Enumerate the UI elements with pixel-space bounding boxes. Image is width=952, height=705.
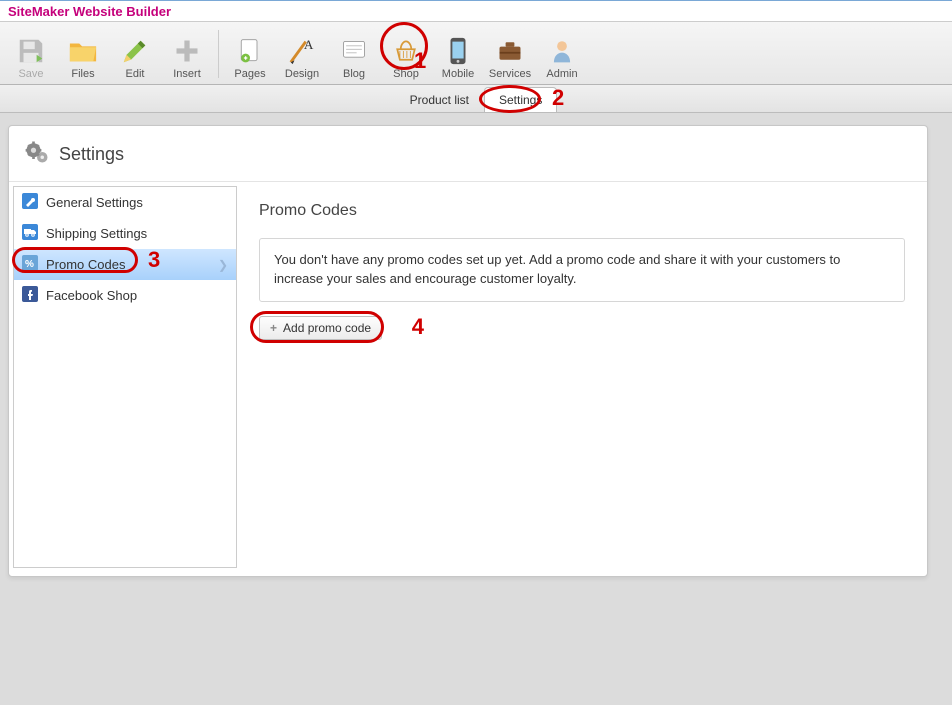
shop-button[interactable]: Shop xyxy=(381,26,431,82)
basket-icon xyxy=(389,34,423,68)
mobile-label: Mobile xyxy=(442,68,474,80)
empty-state-message: You don't have any promo codes set up ye… xyxy=(259,238,905,302)
files-label: Files xyxy=(71,68,94,80)
add-promo-code-label: Add promo code xyxy=(283,321,371,335)
tab-settings[interactable]: Settings xyxy=(484,87,557,112)
services-button[interactable]: Services xyxy=(485,26,535,82)
truck-icon xyxy=(22,224,38,243)
sidebar-item-general[interactable]: General Settings xyxy=(14,187,236,218)
floppy-icon xyxy=(14,34,48,68)
pages-label: Pages xyxy=(234,68,265,80)
blog-label: Blog xyxy=(343,68,365,80)
insert-label: Insert xyxy=(173,68,201,80)
sidebar-item-label: Shipping Settings xyxy=(46,226,147,241)
settings-panel: Settings General Settings Shipping Setti… xyxy=(8,125,928,577)
pencil-icon xyxy=(118,34,152,68)
insert-button[interactable]: Insert xyxy=(162,26,212,82)
sidebar-item-facebook-shop[interactable]: Facebook Shop xyxy=(14,280,236,311)
shop-subtabs: Product list Settings 2 xyxy=(0,85,952,113)
svg-text:A: A xyxy=(304,37,314,52)
settings-sidebar: General Settings Shipping Settings % Pro… xyxy=(13,186,237,568)
wrench-icon xyxy=(22,193,38,212)
save-label: Save xyxy=(18,68,43,80)
svg-text:%: % xyxy=(25,259,34,270)
blog-button[interactable]: Blog xyxy=(329,26,379,82)
folder-icon xyxy=(66,34,100,68)
app-title: SiteMaker Website Builder xyxy=(0,0,952,22)
annotation-number-3: 3 xyxy=(148,247,160,273)
save-button: Save xyxy=(6,26,56,82)
pages-button[interactable]: Pages xyxy=(225,26,275,82)
admin-button[interactable]: Admin xyxy=(537,26,587,82)
sidebar-item-promo-codes[interactable]: % Promo Codes ❯ 3 xyxy=(14,249,236,280)
gear-icon xyxy=(23,138,51,171)
panel-title: Settings xyxy=(59,144,124,165)
settings-content: Promo Codes You don't have any promo cod… xyxy=(237,182,927,576)
page-icon xyxy=(233,34,267,68)
chevron-right-icon: ❯ xyxy=(218,258,228,272)
toolbar-divider xyxy=(218,30,219,78)
sidebar-item-shipping[interactable]: Shipping Settings xyxy=(14,218,236,249)
sidebar-item-label: General Settings xyxy=(46,195,143,210)
user-icon xyxy=(545,34,579,68)
panel-body: General Settings Shipping Settings % Pro… xyxy=(9,181,927,576)
panel-header: Settings xyxy=(9,126,927,181)
tab-settings-label: Settings xyxy=(499,93,542,107)
plus-small-icon: + xyxy=(270,321,277,335)
tab-product-list[interactable]: Product list xyxy=(395,87,484,112)
edit-button[interactable]: Edit xyxy=(110,26,160,82)
sidebar-item-label: Facebook Shop xyxy=(46,288,137,303)
mobile-button[interactable]: Mobile xyxy=(433,26,483,82)
plus-icon xyxy=(170,34,204,68)
workspace: Settings General Settings Shipping Setti… xyxy=(0,113,952,705)
design-button[interactable]: A Design xyxy=(277,26,327,82)
admin-label: Admin xyxy=(546,68,577,80)
percent-icon: % xyxy=(22,255,38,274)
mobile-icon xyxy=(441,34,475,68)
sidebar-item-label: Promo Codes xyxy=(46,257,125,272)
annotation-number-4: 4 xyxy=(412,314,424,340)
blog-icon xyxy=(337,34,371,68)
services-label: Services xyxy=(489,68,531,80)
briefcase-icon xyxy=(493,34,527,68)
main-toolbar: Save Files Edit Insert Pages A Design xyxy=(0,22,952,85)
design-label: Design xyxy=(285,68,319,80)
shop-label: Shop xyxy=(393,68,419,80)
design-icon: A xyxy=(285,34,319,68)
content-heading: Promo Codes xyxy=(259,202,905,220)
add-promo-code-button[interactable]: + Add promo code xyxy=(259,316,382,340)
facebook-icon xyxy=(22,286,38,305)
edit-label: Edit xyxy=(126,68,145,80)
files-button[interactable]: Files xyxy=(58,26,108,82)
